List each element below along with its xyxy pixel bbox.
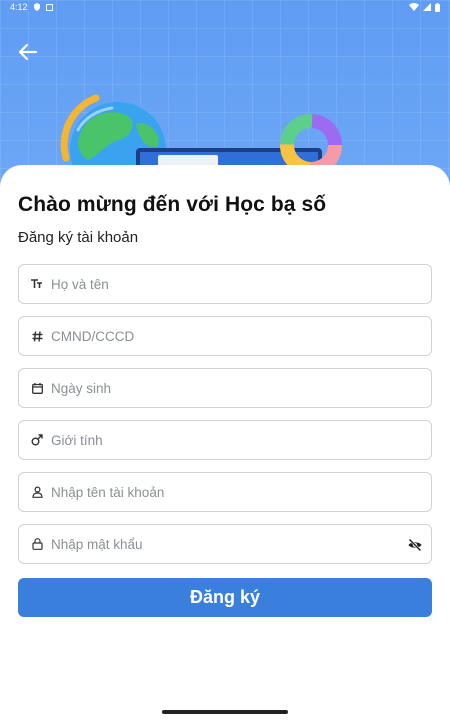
hash-icon bbox=[29, 328, 45, 344]
page-subtitle: Đăng ký tài khoản bbox=[18, 229, 139, 246]
eye-off-icon[interactable] bbox=[407, 537, 423, 553]
user-icon bbox=[29, 484, 45, 500]
birthdate-input[interactable] bbox=[51, 380, 421, 396]
home-indicator[interactable] bbox=[162, 710, 288, 714]
password-input[interactable] bbox=[51, 536, 421, 552]
fullname-field[interactable] bbox=[18, 264, 432, 304]
wifi-icon bbox=[409, 3, 419, 11]
notification-icon bbox=[45, 3, 53, 11]
gender-input[interactable] bbox=[51, 432, 421, 448]
battery-icon bbox=[435, 2, 440, 12]
gender-field[interactable] bbox=[18, 420, 432, 460]
shield-icon bbox=[33, 3, 40, 11]
page-title: Chào mừng đến với Học bạ số bbox=[18, 193, 327, 216]
fullname-input[interactable] bbox=[51, 276, 421, 292]
arrow-left-icon bbox=[18, 43, 38, 61]
text-format-icon bbox=[29, 276, 45, 292]
signup-card: Chào mừng đến với Học bạ số Đăng ký tài … bbox=[0, 165, 450, 720]
password-field[interactable] bbox=[18, 524, 432, 564]
birthdate-field[interactable] bbox=[18, 368, 432, 408]
register-button[interactable]: Đăng ký bbox=[18, 578, 432, 617]
lock-icon bbox=[29, 536, 45, 552]
calendar-icon bbox=[29, 380, 45, 396]
signal-icon bbox=[423, 3, 431, 11]
username-input[interactable] bbox=[51, 484, 421, 500]
id-card-field[interactable] bbox=[18, 316, 432, 356]
back-button[interactable] bbox=[14, 38, 42, 66]
gender-male-icon bbox=[29, 432, 45, 448]
status-time: 4:12 bbox=[10, 2, 28, 12]
id-card-input[interactable] bbox=[51, 328, 421, 344]
status-bar: 4:12 bbox=[0, 0, 450, 14]
username-field[interactable] bbox=[18, 472, 432, 512]
